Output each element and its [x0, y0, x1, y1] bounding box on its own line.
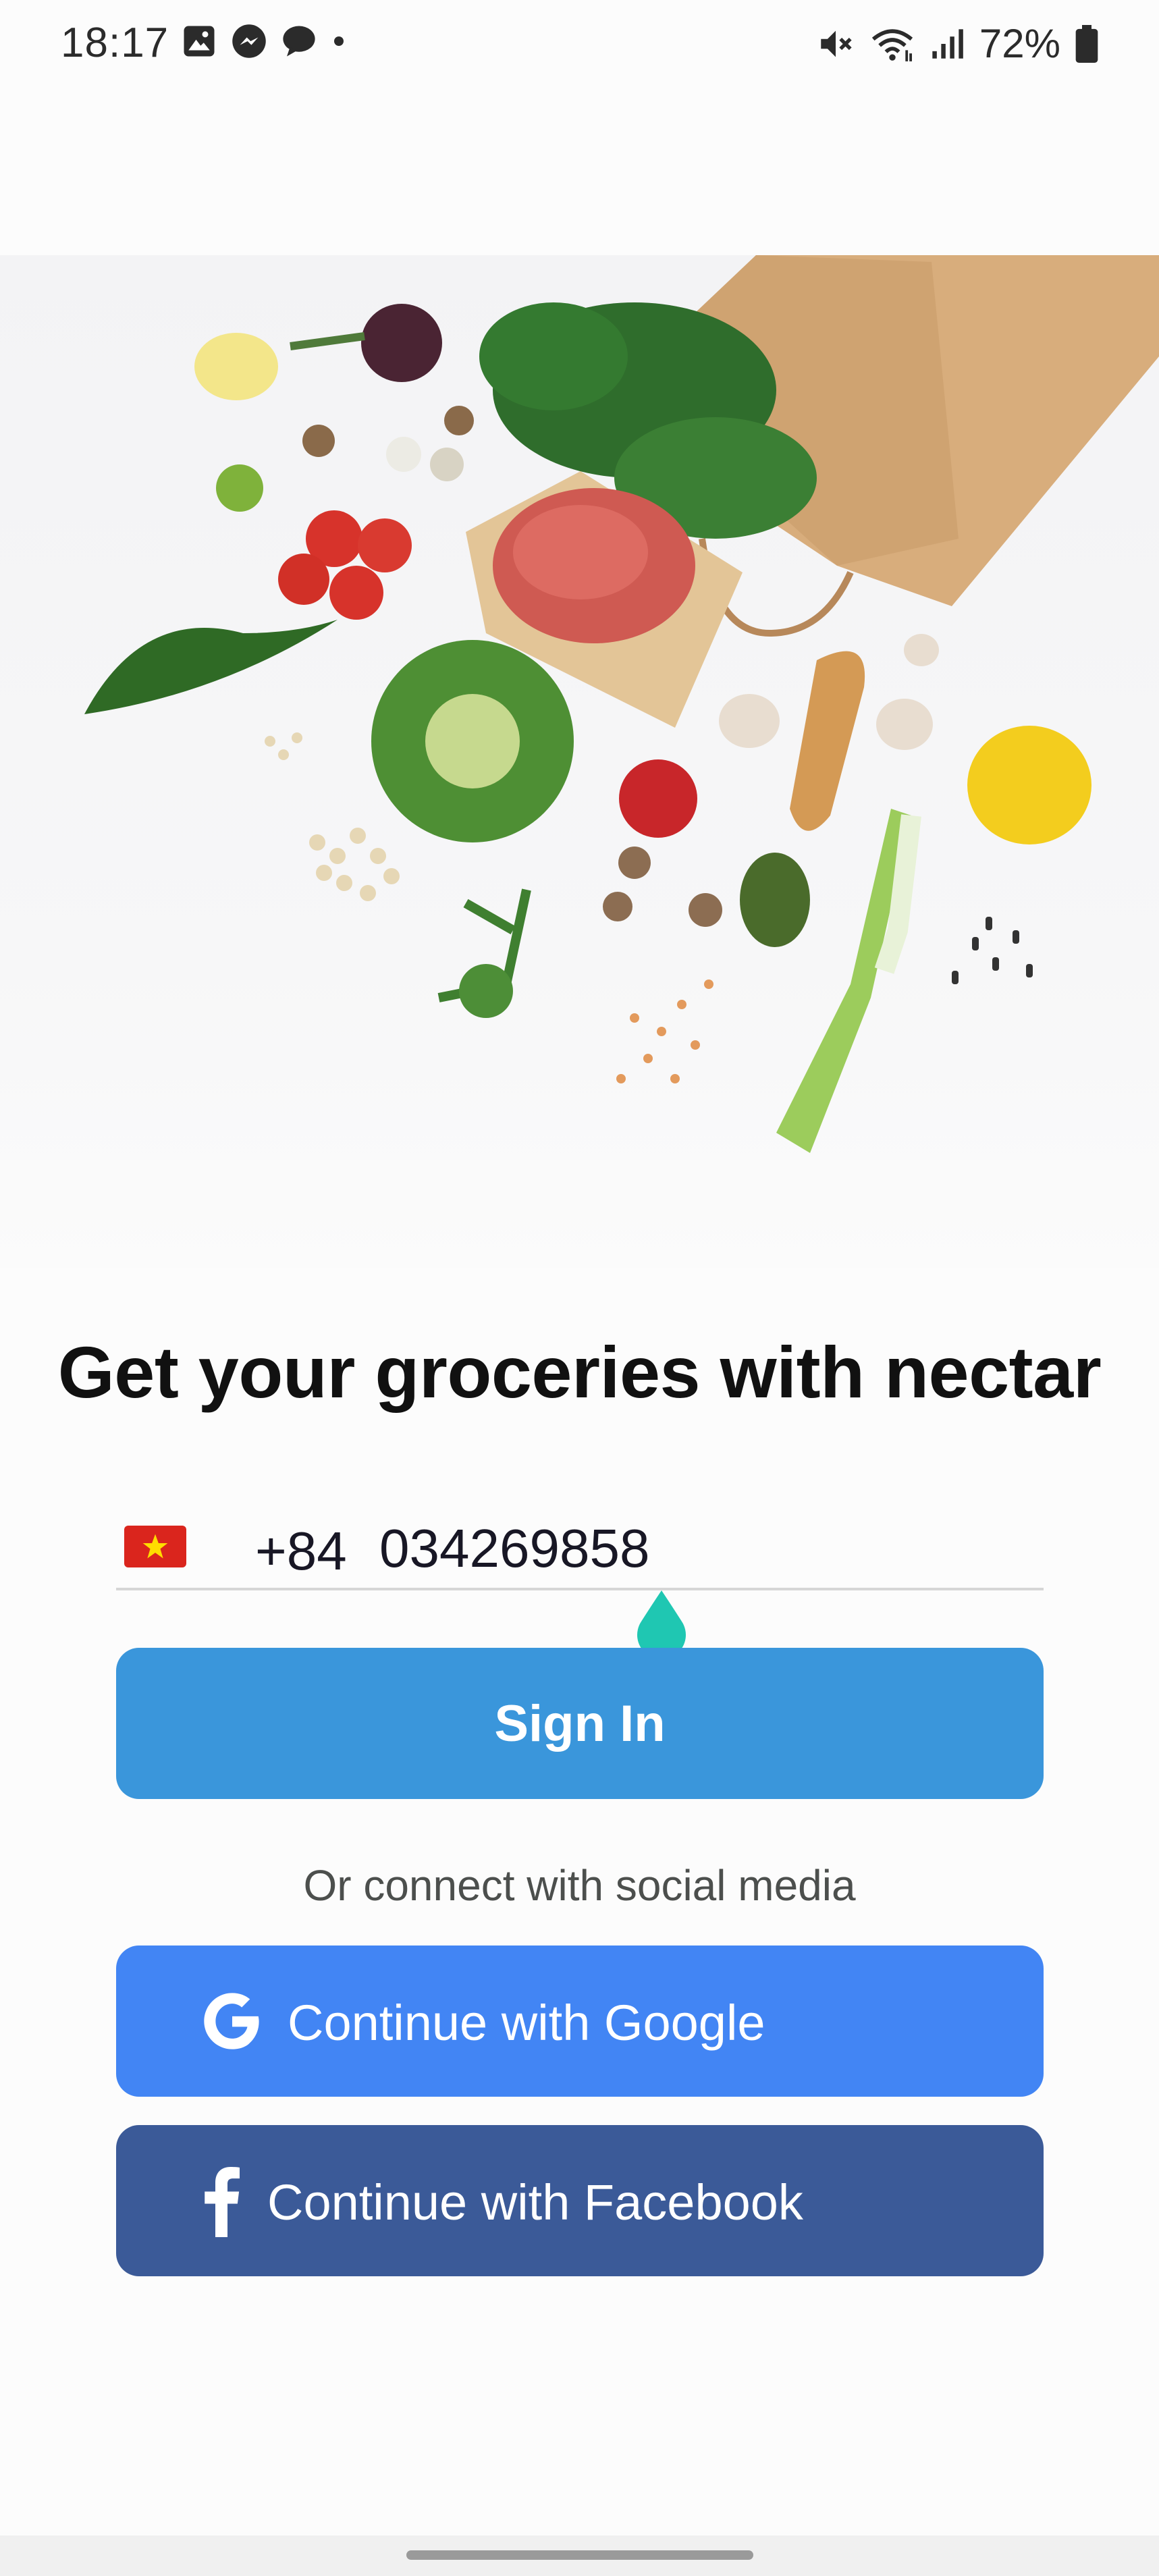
- facebook-button-label: Continue with Facebook: [267, 2174, 803, 2230]
- text-cursor-handle-icon[interactable]: [633, 1588, 690, 1655]
- dot-icon: [334, 36, 344, 46]
- status-time: 18:17: [61, 20, 169, 66]
- country-flag[interactable]: [124, 1526, 186, 1567]
- battery-percent: 72%: [979, 21, 1060, 66]
- facebook-signin-button[interactable]: Continue with Facebook: [116, 2125, 1044, 2276]
- facebook-icon: [205, 2167, 240, 2237]
- social-divider-text: Or connect with social media: [303, 1861, 856, 1910]
- phone-input-row[interactable]: +84: [116, 1507, 1044, 1590]
- battery-icon: [1075, 24, 1098, 63]
- notification-icons: [181, 23, 347, 59]
- hero-image: [0, 255, 1159, 1268]
- system-icons: 72%: [816, 20, 1098, 67]
- status-bar: 18:17 72%: [0, 0, 1159, 84]
- sign-in-label: Sign In: [494, 1694, 666, 1752]
- navigation-bar: [0, 2535, 1159, 2576]
- wifi-icon: [871, 28, 913, 61]
- home-indicator[interactable]: [406, 2550, 753, 2560]
- star-icon: [142, 1534, 168, 1559]
- phone-number-input[interactable]: [379, 1516, 987, 1581]
- country-code[interactable]: +84: [255, 1520, 347, 1582]
- mute-icon: [821, 30, 852, 57]
- sign-in-button[interactable]: Sign In: [116, 1648, 1044, 1799]
- google-icon: [204, 1993, 259, 2049]
- messenger-icon: [232, 24, 266, 58]
- google-signin-button[interactable]: Continue with Google: [116, 1946, 1044, 2097]
- groceries-illustration: [84, 255, 1159, 1153]
- chat-bubble-icon: [283, 26, 315, 57]
- signal-icon: [932, 28, 963, 59]
- page-title: Get your groceries with nectar: [57, 1331, 1102, 1413]
- gallery-icon: [184, 26, 215, 57]
- google-button-label: Continue with Google: [288, 1995, 765, 2051]
